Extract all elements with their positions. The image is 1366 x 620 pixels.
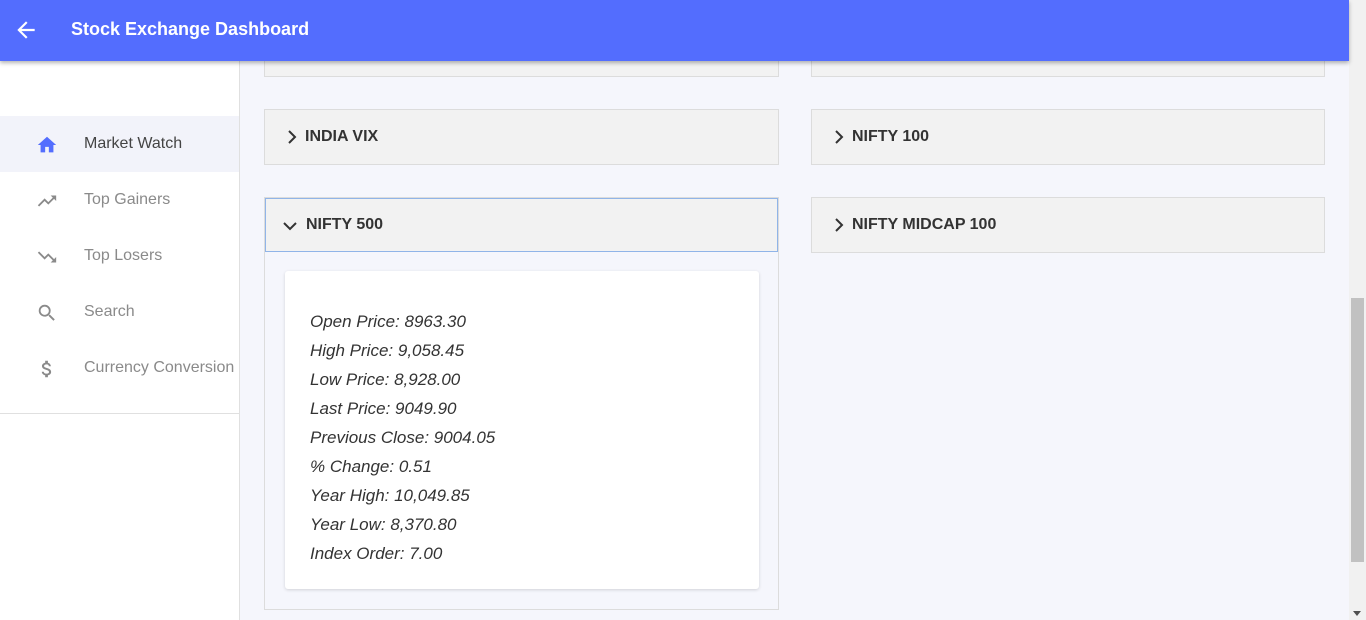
sidebar-item-search[interactable]: Search xyxy=(0,284,239,340)
detail-previous-close: Previous Close: 9004.05 xyxy=(310,428,496,447)
detail-open-price: Open Price: 8963.30 xyxy=(310,312,466,331)
app-title: Stock Exchange Dashboard xyxy=(71,19,310,39)
panel-nifty-500: NIFTY 500 Open Price: 8963.30 High Price… xyxy=(264,197,779,610)
chevron-right-icon xyxy=(832,217,846,233)
home-icon xyxy=(36,134,58,156)
panel-header-nifty-midcap-100[interactable]: NIFTY MIDCAP 100 xyxy=(812,198,1324,252)
sidebar-item-currency-conversion[interactable]: Currency Conversion xyxy=(0,340,239,396)
panel-title: NIFTY MIDCAP 100 xyxy=(852,216,997,233)
page-scrollbar[interactable] xyxy=(1349,0,1366,620)
panel-header-nifty-500[interactable]: NIFTY 500 xyxy=(265,198,778,252)
sidebar-item-label: Market Watch xyxy=(84,135,183,152)
sidebar-item-market-watch[interactable]: Market Watch xyxy=(0,116,239,172)
panel-header-nifty-100[interactable]: NIFTY 100 xyxy=(812,110,1324,164)
detail-year-low: Year Low: 8,370.80 xyxy=(310,515,457,534)
sidebar-item-label: Top Gainers xyxy=(84,191,171,208)
arrow-back-icon[interactable] xyxy=(13,17,39,43)
panel-header-india-vix[interactable]: INDIA VIX xyxy=(265,110,778,164)
scrollbar-thumb[interactable] xyxy=(1351,298,1364,562)
sidebar-item-top-gainers[interactable]: Top Gainers xyxy=(0,172,239,228)
dollar-icon xyxy=(36,358,58,380)
trending-up-icon xyxy=(36,190,58,212)
panel-title: NIFTY 100 xyxy=(852,128,930,145)
sidebar: Market Watch Top Gainers Top Losers Sear… xyxy=(0,61,240,620)
trending-down-icon xyxy=(36,246,58,268)
panel-india-vix: INDIA VIX xyxy=(264,109,779,165)
detail-low-price: Low Price: 8,928.00 xyxy=(310,370,461,389)
detail-last-price: Last Price: 9049.90 xyxy=(310,399,457,418)
app-bar: Stock Exchange Dashboard xyxy=(0,0,1349,61)
scroll-down-arrow-icon[interactable] xyxy=(1353,611,1361,616)
panel-title: NIFTY 500 xyxy=(306,216,384,233)
detail-percent-change: % Change: 0.51 xyxy=(310,457,432,476)
sidebar-item-label: Search xyxy=(84,303,135,320)
sidebar-item-label: Currency Conversion xyxy=(84,359,235,376)
sidebar-nav: Market Watch Top Gainers Top Losers Sear… xyxy=(0,116,239,396)
panel-title: INDIA VIX xyxy=(305,128,379,145)
sidebar-item-top-losers[interactable]: Top Losers xyxy=(0,228,239,284)
panel-nifty-midcap-100: NIFTY MIDCAP 100 xyxy=(811,197,1325,253)
panel-nifty-100: NIFTY 100 xyxy=(811,109,1325,165)
detail-index-order: Index Order: 7.00 xyxy=(310,544,443,563)
chevron-down-icon xyxy=(282,219,298,233)
detail-year-high: Year High: 10,049.85 xyxy=(310,486,470,505)
chevron-right-icon xyxy=(832,129,846,145)
chevron-right-icon xyxy=(285,129,299,145)
detail-high-price: High Price: 9,058.45 xyxy=(310,341,465,360)
sidebar-item-label: Top Losers xyxy=(84,247,163,264)
sidebar-divider xyxy=(0,413,239,414)
index-details-card: Open Price: 8963.30 High Price: 9,058.45… xyxy=(285,271,759,589)
search-icon xyxy=(36,302,58,324)
